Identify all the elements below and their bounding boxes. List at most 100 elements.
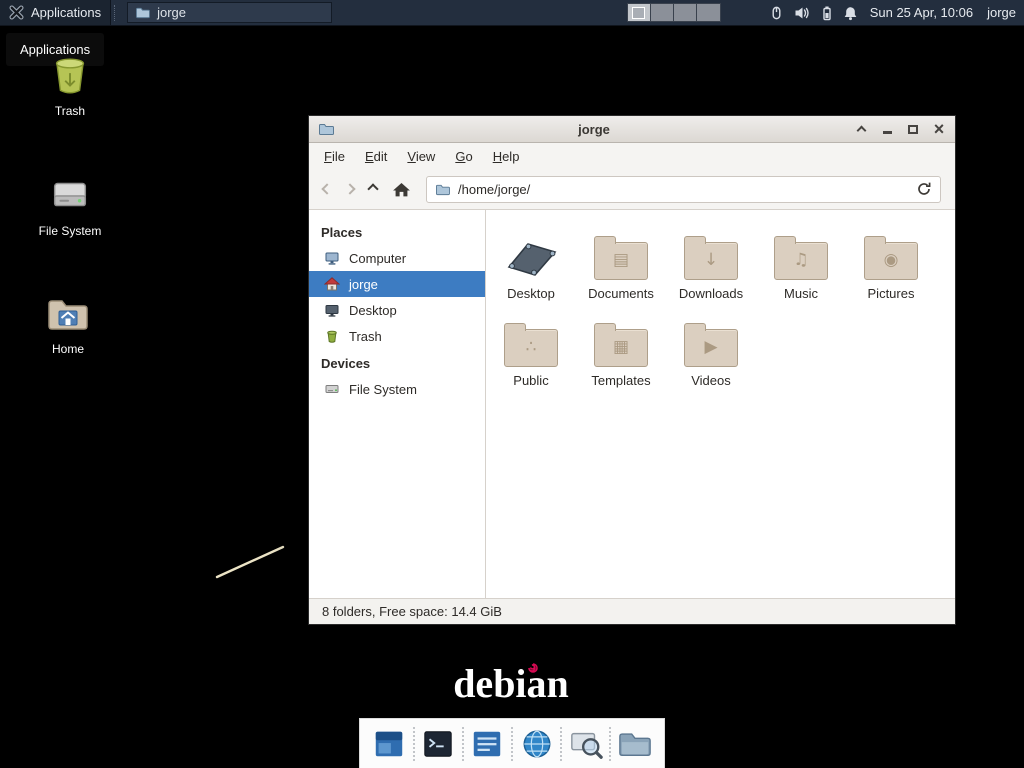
window-folder-icon: [318, 122, 334, 136]
dock-separator: [609, 727, 611, 761]
back-button[interactable]: [321, 183, 332, 194]
dock-launcher-web-browser[interactable]: [518, 724, 556, 764]
close-button[interactable]: [932, 122, 946, 136]
file-view[interactable]: Desktop ▤ Documents ↓ Downloads: [486, 210, 955, 598]
menu-item-go[interactable]: Go: [446, 146, 481, 167]
debian-swirl-icon: [527, 662, 539, 674]
file-downloads[interactable]: ↓ Downloads: [666, 226, 756, 301]
file-desktop[interactable]: Desktop: [486, 226, 576, 301]
sidebar-item-jorge[interactable]: jorge: [309, 271, 485, 297]
folder-icon: ◉: [864, 242, 918, 280]
dock-launcher-file-manager[interactable]: [616, 724, 654, 764]
sidebar-item-label: Desktop: [349, 303, 397, 318]
dock-launcher-terminal-alt[interactable]: [468, 724, 506, 764]
desktop-icon-home[interactable]: Home: [22, 292, 114, 356]
statusbar: 8 folders, Free space: 14.4 GiB: [309, 598, 955, 624]
sidebar-item-label: Trash: [349, 329, 382, 344]
location-bar[interactable]: /home/jorge/: [426, 176, 941, 203]
sidebar-item-label: jorge: [349, 277, 378, 292]
maximize-button[interactable]: [906, 122, 920, 136]
folder-icon: ∴: [504, 329, 558, 367]
workspace-1[interactable]: [628, 4, 651, 21]
file-manager-folder-icon: [616, 727, 654, 761]
file-public[interactable]: ∴ Public: [486, 313, 576, 388]
file-manager-window: jorge File Edit View Go Help /home/jorge…: [308, 115, 956, 625]
pictures-emblem-icon: ◉: [884, 252, 899, 269]
file-label: Desktop: [507, 286, 555, 301]
battery-icon[interactable]: [821, 5, 833, 21]
home-icon: [324, 276, 340, 292]
file-music[interactable]: ♫ Music: [756, 226, 846, 301]
desktop-icon-label: File System: [39, 224, 102, 238]
forward-button[interactable]: [344, 183, 355, 194]
menu-item-file[interactable]: File: [315, 146, 354, 167]
sidebar-item-trash[interactable]: Trash: [309, 323, 485, 349]
desktop-icon-file-system[interactable]: File System: [24, 172, 116, 238]
menu-item-help[interactable]: Help: [484, 146, 529, 167]
maximize-icon: [908, 125, 918, 134]
statusbar-text: 8 folders, Free space: 14.4 GiB: [322, 604, 502, 619]
folder-icon: [135, 6, 150, 19]
debian-wallpaper-logo: debian: [391, 660, 631, 707]
drive-icon: [47, 172, 93, 218]
path-folder-icon: [435, 183, 450, 196]
sidebar-item-file-system[interactable]: File System: [309, 376, 485, 402]
shade-button[interactable]: [854, 122, 868, 136]
public-emblem-icon: ∴: [526, 339, 537, 356]
desktop-icon-label: Trash: [55, 104, 85, 118]
dock-separator: [462, 727, 464, 761]
file-label: Downloads: [679, 286, 743, 301]
file-templates[interactable]: ▦ Templates: [576, 313, 666, 388]
window-controls: [854, 122, 946, 136]
places-header: Places: [309, 218, 485, 245]
drive-icon: [324, 381, 340, 397]
documents-emblem-icon: ▤: [613, 252, 629, 269]
mouse-icon[interactable]: [769, 5, 784, 21]
folder-icon: ▦: [594, 329, 648, 367]
workspace-switcher[interactable]: [627, 3, 721, 22]
dock-launcher-desktop[interactable]: [370, 724, 408, 764]
bell-icon[interactable]: [843, 5, 858, 21]
home-folder-icon: [44, 292, 92, 336]
dock-separator: [413, 727, 415, 761]
dock-launcher-terminal[interactable]: [419, 724, 457, 764]
file-label: Videos: [691, 373, 731, 388]
dock-launcher-app-finder[interactable]: [567, 724, 605, 764]
desktop-icon: [324, 302, 340, 318]
workspace-2[interactable]: [651, 4, 674, 21]
file-label: Public: [513, 373, 548, 388]
applications-menu-label: Applications: [31, 5, 101, 20]
applications-menu-button[interactable]: Applications: [0, 0, 111, 25]
applications-menu-icon: [9, 5, 24, 20]
sidebar-item-computer[interactable]: Computer: [309, 245, 485, 271]
debian-logo-text: debian: [453, 661, 569, 706]
desktop-icon-trash[interactable]: Trash: [24, 52, 116, 118]
minimize-button[interactable]: [880, 122, 894, 136]
sidebar-item-desktop[interactable]: Desktop: [309, 297, 485, 323]
up-button[interactable]: [367, 183, 378, 194]
menu-item-edit[interactable]: Edit: [356, 146, 396, 167]
file-videos[interactable]: ▶ Videos: [666, 313, 756, 388]
file-grid: Desktop ▤ Documents ↓ Downloads: [486, 210, 955, 388]
file-pictures[interactable]: ◉ Pictures: [846, 226, 936, 301]
trash-icon: [47, 52, 93, 98]
taskbar-button-jorge[interactable]: jorge: [127, 2, 332, 23]
list-window-icon: [470, 727, 504, 761]
user-label[interactable]: jorge: [987, 5, 1016, 20]
home-button[interactable]: [392, 181, 411, 198]
titlebar[interactable]: jorge: [309, 116, 955, 143]
sidebar: Places Computer jorge: [309, 210, 486, 598]
folder-icon: ▤: [594, 242, 648, 280]
workspace-4[interactable]: [697, 4, 720, 21]
file-label: Music: [784, 286, 818, 301]
workspace-3[interactable]: [674, 4, 697, 21]
templates-emblem-icon: ▦: [613, 339, 629, 356]
devices-header: Devices: [309, 349, 485, 376]
file-documents[interactable]: ▤ Documents: [576, 226, 666, 301]
menu-item-view[interactable]: View: [398, 146, 444, 167]
reload-button[interactable]: [916, 181, 932, 197]
volume-icon[interactable]: [794, 5, 811, 21]
clock[interactable]: Sun 25 Apr, 10:06: [870, 5, 973, 20]
location-path: /home/jorge/: [458, 182, 530, 197]
reload-icon: [916, 181, 932, 197]
